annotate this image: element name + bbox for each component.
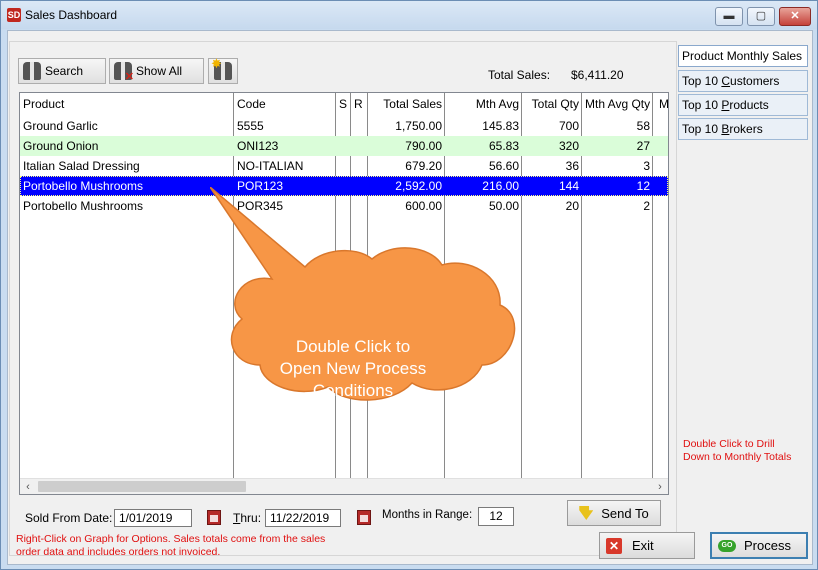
col-header-code[interactable]: Code bbox=[234, 93, 336, 113]
grid-header: Product Code S R Total Sales Mth Avg Tot… bbox=[20, 93, 668, 115]
sales-dashboard-window: SD Sales Dashboard ▬ ▢ ✕ Search ✕ Show A… bbox=[0, 0, 818, 570]
tab-top-10-products[interactable]: Top 10 Products bbox=[678, 94, 808, 116]
search-button[interactable]: Search bbox=[18, 58, 106, 84]
cell-code: 5555 bbox=[237, 119, 264, 133]
binoculars-icon bbox=[23, 62, 41, 80]
exit-button[interactable]: ✕ Exit bbox=[599, 532, 695, 559]
calendar-icon[interactable] bbox=[357, 510, 371, 525]
minimize-button[interactable]: ▬ bbox=[715, 7, 743, 26]
drill-down-note-line-2: Down to Monthly Totals bbox=[683, 451, 792, 463]
search-label: Search bbox=[45, 64, 84, 78]
exit-label: Exit bbox=[632, 538, 654, 553]
close-button[interactable]: ✕ bbox=[779, 7, 811, 26]
cell-total-sales: 790.00 bbox=[405, 139, 442, 153]
scroll-thumb[interactable] bbox=[38, 481, 246, 492]
cell-mth-avg-qty: 27 bbox=[636, 139, 650, 153]
options-note-line-2: order data and includes orders not invoi… bbox=[16, 546, 221, 558]
binoculars-clear-icon: ✕ bbox=[114, 62, 134, 83]
title-bar[interactable]: SD Sales Dashboard ▬ ▢ ✕ bbox=[1, 1, 817, 29]
total-sales-value: $6,411.20 bbox=[571, 68, 624, 82]
app-icon: SD bbox=[7, 8, 21, 22]
client-area: Search ✕ Show All ✸ Total Sales: $6,411.… bbox=[7, 30, 813, 565]
maximize-button[interactable]: ▢ bbox=[747, 7, 775, 26]
cell-mth-avg: 65.83 bbox=[488, 139, 519, 153]
cell-mth-avg-qty: 58 bbox=[636, 119, 650, 133]
sold-from-date-field[interactable]: 1/01/2019 bbox=[114, 509, 192, 527]
cell-total-sales: 679.20 bbox=[405, 159, 442, 173]
col-header-total-qty[interactable]: Total Qty bbox=[522, 93, 582, 113]
drill-down-note-line-1: Double Click to Drill bbox=[683, 438, 775, 450]
months-in-range-label: Months in Range: bbox=[382, 509, 473, 521]
total-sales-label: Total Sales: bbox=[488, 68, 551, 82]
cell-product: Portobello Mushrooms bbox=[23, 179, 144, 193]
cell-mth-avg-qty: 3 bbox=[643, 159, 650, 173]
col-header-total-sales[interactable]: Total Sales bbox=[368, 93, 445, 113]
col-header-r[interactable]: R bbox=[351, 93, 368, 113]
go-icon: GO bbox=[718, 539, 736, 552]
months-in-range-field[interactable]: 12 bbox=[478, 507, 514, 526]
send-to-label: Send To bbox=[601, 505, 649, 521]
window-title: Sales Dashboard bbox=[25, 8, 118, 22]
col-header-s[interactable]: S bbox=[336, 93, 351, 113]
scroll-right-icon[interactable]: › bbox=[652, 479, 668, 494]
table-row[interactable]: Italian Salad Dressing NO-ITALIAN 679.20… bbox=[20, 156, 668, 176]
sold-from-label: Sold From Date: bbox=[25, 511, 113, 525]
tab-top-10-customers[interactable]: Top 10 Customers bbox=[678, 70, 808, 92]
tab-product-monthly-sales[interactable]: Product Monthly Sales bbox=[678, 45, 808, 67]
col-header-mth-avg[interactable]: Mth Avg bbox=[445, 93, 522, 113]
calendar-icon[interactable] bbox=[207, 510, 221, 525]
double-click-callout: Double Click to Open New Process Conditi… bbox=[210, 187, 516, 401]
show-all-button[interactable]: ✕ Show All bbox=[109, 58, 204, 84]
cell-total-qty: 320 bbox=[558, 139, 579, 153]
table-row[interactable]: Ground Onion ONI123 790.00 65.83 320 27 bbox=[20, 136, 668, 156]
cell-product: Ground Garlic bbox=[23, 119, 98, 133]
options-note-line-1: Right-Click on Graph for Options. Sales … bbox=[16, 533, 326, 545]
tab-top-10-brokers[interactable]: Top 10 Brokers bbox=[678, 118, 808, 140]
drill-down-note: Double Click to Drill Down to Monthly To… bbox=[683, 438, 808, 464]
binoculars-new-icon: ✸ bbox=[211, 56, 232, 80]
cell-total-qty: 36 bbox=[565, 159, 579, 173]
cell-product: Italian Salad Dressing bbox=[23, 159, 140, 173]
callout-line-1: Double Click to bbox=[296, 337, 410, 356]
new-search-button[interactable]: ✸ bbox=[208, 56, 238, 84]
cell-mth-avg-qty: 2 bbox=[643, 199, 650, 213]
cell-total-qty: 144 bbox=[558, 179, 579, 193]
cell-total-qty: 700 bbox=[558, 119, 579, 133]
cell-product: Portobello Mushrooms bbox=[23, 199, 144, 213]
cell-total-sales: 1,750.00 bbox=[395, 119, 442, 133]
cell-mth-avg: 56.60 bbox=[488, 159, 519, 173]
process-label: Process bbox=[744, 538, 791, 553]
thru-label: Thru: bbox=[233, 511, 262, 525]
cell-mth-avg: 145.83 bbox=[482, 119, 519, 133]
send-arrow-icon bbox=[579, 506, 594, 520]
scroll-left-icon[interactable]: ‹ bbox=[20, 479, 36, 494]
process-button[interactable]: GO Process bbox=[710, 532, 808, 559]
main-panel: Search ✕ Show All ✸ Total Sales: $6,411.… bbox=[9, 41, 677, 556]
thru-date-field[interactable]: 11/22/2019 bbox=[265, 509, 341, 527]
cell-code: ONI123 bbox=[237, 139, 279, 153]
cell-mth-avg-qty: 12 bbox=[636, 179, 650, 193]
horizontal-scrollbar[interactable]: ‹ › bbox=[20, 478, 668, 494]
send-to-button[interactable]: Send To bbox=[567, 500, 661, 526]
cell-code: NO-ITALIAN bbox=[237, 159, 304, 173]
cell-total-qty: 20 bbox=[565, 199, 579, 213]
col-header-mth-avg-qty[interactable]: Mth Avg Qty bbox=[582, 93, 653, 113]
callout-line-2: Open New Process bbox=[280, 359, 426, 378]
options-note: Right-Click on Graph for Options. Sales … bbox=[16, 533, 346, 559]
col-header-product[interactable]: Product bbox=[20, 93, 234, 113]
exit-icon: ✕ bbox=[606, 537, 622, 554]
col-header-m[interactable]: M bbox=[656, 93, 668, 113]
cell-product: Ground Onion bbox=[23, 139, 99, 153]
callout-line-3: Conditions bbox=[313, 381, 393, 400]
table-row[interactable]: Ground Garlic 5555 1,750.00 145.83 700 5… bbox=[20, 116, 668, 136]
show-all-label: Show All bbox=[136, 64, 183, 78]
